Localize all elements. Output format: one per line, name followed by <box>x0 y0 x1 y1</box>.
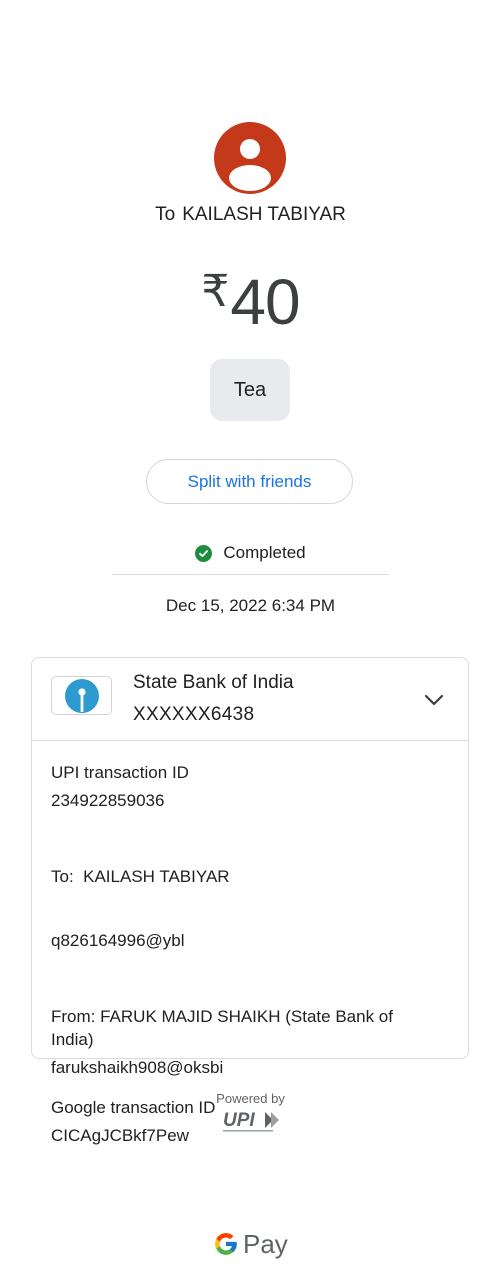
google-g-icon <box>215 1233 237 1255</box>
upi-logo: UPI <box>221 1108 281 1134</box>
payment-status: Completed <box>0 543 501 563</box>
sbi-logo-icon <box>51 676 112 715</box>
split-with-friends-button[interactable]: Split with friends <box>146 459 353 504</box>
upi-transaction-id-block: UPI transaction ID 234922859036 <box>51 761 451 812</box>
to-label: To: KAILASH TABIYAR <box>51 867 230 886</box>
transaction-datetime: Dec 15, 2022 6:34 PM <box>165 596 336 615</box>
upi-transaction-id-label: UPI transaction ID <box>51 763 189 782</box>
svg-text:UPI: UPI <box>223 1110 255 1131</box>
payee-name: KAILASH TABIYAR <box>182 204 346 225</box>
chevron-down-icon[interactable] <box>421 687 447 713</box>
amount-value: 40 <box>230 266 300 338</box>
pay-wordmark: Pay <box>243 1228 288 1259</box>
transaction-details-card: State Bank of India XXXXXX6438 UPI trans… <box>31 657 469 1145</box>
from-label: From: FARUK MAJID SHAIKH (State Bank of … <box>51 1007 393 1049</box>
payee-prefix: To <box>155 204 176 225</box>
from-upi-id: farukshaikh908@oksbi <box>51 1058 224 1077</box>
divider <box>112 574 389 575</box>
currency-symbol: ₹ <box>201 267 229 316</box>
person-icon <box>229 139 271 191</box>
payment-note: Tea <box>210 359 290 421</box>
payee-avatar <box>214 122 286 194</box>
bank-account-number: XXXXXX6438 <box>133 704 255 725</box>
payee-line: To KAILASH TABIYAR <box>0 204 501 226</box>
bank-account-row[interactable]: State Bank of India XXXXXX6438 <box>32 658 468 741</box>
upi-transaction-id-value: 234922859036 <box>51 791 165 810</box>
powered-by-label: Powered by <box>216 1091 285 1106</box>
to-upi-id: q826164996@ybl <box>51 931 185 950</box>
google-pay-brand: Pay <box>213 1228 293 1260</box>
check-circle-icon <box>195 544 213 562</box>
from-block: From: FARUK MAJID SHAIKH (State Bank of … <box>51 1005 451 1079</box>
status-text: Completed <box>223 543 306 562</box>
bank-name: State Bank of India <box>133 672 294 693</box>
to-block: To: KAILASH TABIYAR q826164996@ybl <box>51 829 451 988</box>
payment-amount: ₹40 <box>0 252 501 342</box>
